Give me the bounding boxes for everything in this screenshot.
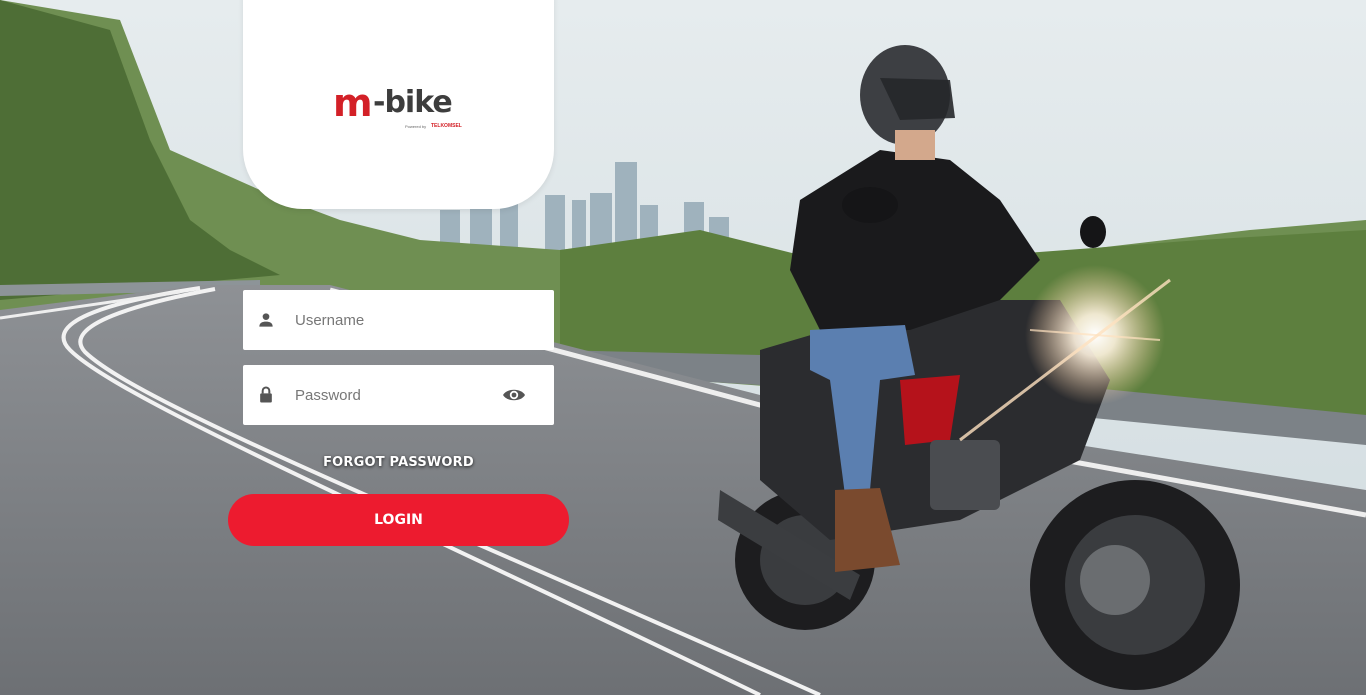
lock-icon [260,386,272,403]
person-icon [259,313,273,327]
login-button[interactable]: LOGIN [228,494,569,546]
road-landscape-image [0,0,1366,695]
logo-telkomsel: TELKOMSEL [431,123,462,129]
background-scene [0,0,1366,695]
username-field[interactable] [243,290,554,350]
eye-icon[interactable] [502,385,526,405]
logo-card: m -bike Powered by TELKOMSEL [243,0,554,209]
password-input[interactable] [295,365,495,425]
password-field[interactable] [243,365,554,425]
logo-mark: m [333,81,373,125]
username-input[interactable] [295,290,495,350]
logo-wordmark: -bike [373,85,453,120]
mbike-logo: m -bike Powered by TELKOMSEL [333,84,473,134]
forgot-password-link[interactable]: FORGOT PASSWORD [243,455,554,470]
logo-powered-by: Powered by [405,124,427,129]
